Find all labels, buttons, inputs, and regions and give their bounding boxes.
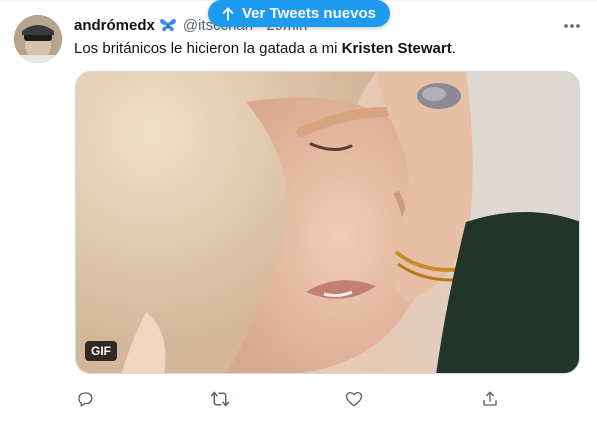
share-icon[interactable]: [477, 386, 503, 412]
display-name[interactable]: andrómedx: [74, 17, 155, 34]
tweet-text-after: .: [451, 40, 456, 57]
retweet-icon[interactable]: [207, 386, 233, 412]
arrow-up-icon: [222, 7, 234, 21]
tweet-text-bold[interactable]: Kristen Stewart: [342, 40, 452, 57]
new-tweets-label: Ver Tweets nuevos: [242, 5, 376, 22]
tweet-card[interactable]: andrómedx @itsccharl · 29min Los británi…: [0, 0, 597, 427]
tweet-text: Los británicos le hicieron la gatada a m…: [74, 39, 456, 59]
gif-media[interactable]: GIF: [75, 71, 580, 374]
reply-icon[interactable]: [72, 386, 98, 412]
gif-badge: GIF: [85, 341, 117, 361]
butterfly-icon: [159, 19, 176, 32]
tweet-text-before: Los británicos le hicieron la gatada a m…: [74, 40, 342, 57]
like-icon[interactable]: [341, 386, 367, 412]
new-tweets-button[interactable]: Ver Tweets nuevos: [208, 0, 390, 27]
avatar-image: [14, 15, 62, 63]
tweet-actions: [0, 386, 597, 412]
gif-image: [76, 72, 579, 373]
more-options-icon[interactable]: [561, 16, 583, 36]
avatar[interactable]: [14, 15, 62, 63]
